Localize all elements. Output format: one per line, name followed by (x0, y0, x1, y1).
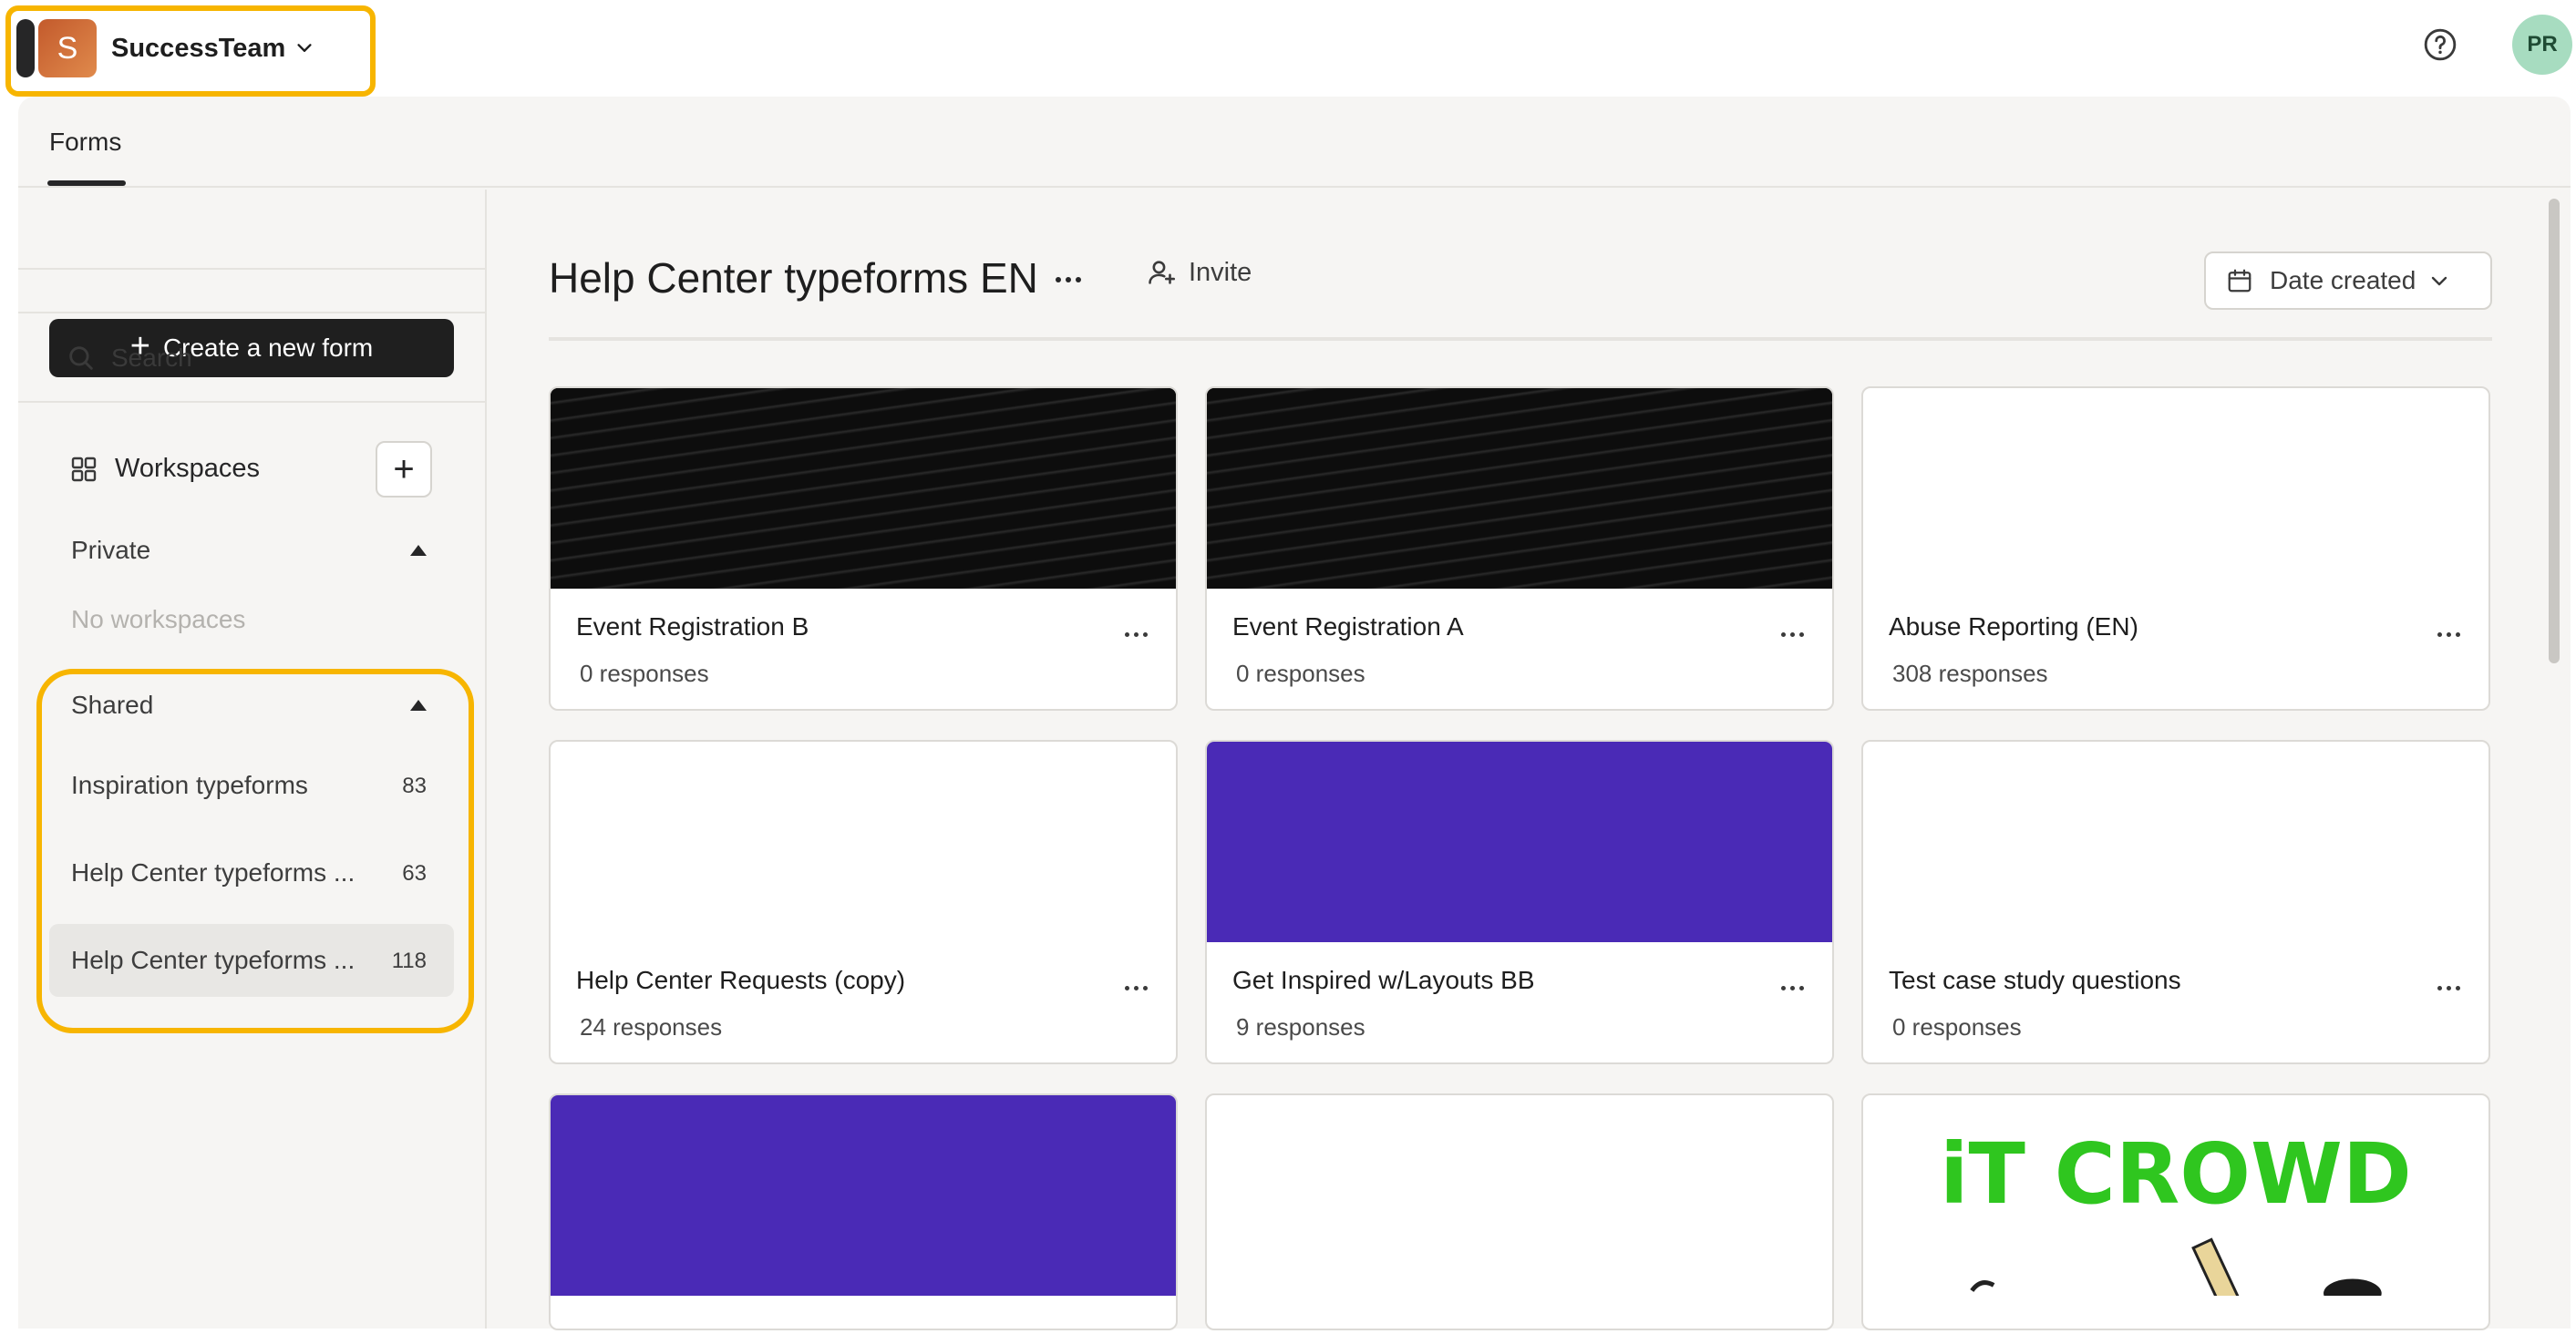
sidebar-contents: Search Workspaces + Private No workspace… (18, 97, 487, 1329)
content-scrollbar[interactable] (2549, 199, 2560, 663)
divider (18, 401, 487, 403)
grid-icon (71, 457, 97, 481)
user-avatar[interactable]: PR (2512, 15, 2572, 75)
invite-label: Invite (1189, 257, 1252, 287)
sort-dropdown[interactable]: Date created (2204, 251, 2492, 310)
collapse-shared-icon[interactable] (410, 700, 427, 711)
org-sidebar-toggle[interactable] (16, 19, 35, 77)
form-more-button[interactable] (1118, 623, 1154, 645)
form-more-button[interactable] (1774, 623, 1810, 645)
chevron-down-icon (297, 44, 312, 52)
workspaces-label: Workspaces (115, 454, 261, 483)
form-title: Get Inspired w/Layouts BB (1232, 966, 1535, 994)
divider (18, 312, 487, 313)
sidebar-item-help-center-typeforms-1[interactable]: Help Center typeforms ... 63 (49, 836, 454, 909)
org-name: SuccessTeam (111, 33, 286, 63)
form-card[interactable]: Event Registration A 0 responses (1205, 386, 1834, 711)
form-card[interactable]: iT CROWD (1861, 1093, 2490, 1330)
workspace-count: 83 (402, 774, 427, 798)
form-more-button[interactable] (1774, 977, 1810, 999)
workspace-name: Help Center typeforms ... (71, 858, 355, 887)
sort-label: Date created (2270, 266, 2416, 294)
search-input[interactable]: Search (66, 343, 192, 374)
search-placeholder: Search (111, 344, 192, 372)
form-title: Event Registration A (1232, 612, 1464, 641)
form-responses: 0 responses (1892, 1013, 2022, 1041)
help-icon[interactable] (2423, 27, 2458, 62)
no-workspaces-text: No workspaces (71, 605, 246, 633)
form-card[interactable]: Event Registration B 0 responses (549, 386, 1178, 711)
workspaces-header: Workspaces (69, 454, 260, 484)
form-title: Abuse Reporting (EN) (1889, 612, 2138, 641)
org-avatar: S (38, 19, 97, 77)
it-crowd-logo-text: iT CROWD (1940, 1125, 2412, 1223)
private-section-title[interactable]: Private (71, 536, 150, 565)
form-more-button[interactable] (2430, 623, 2467, 645)
plus-icon: + (393, 448, 415, 489)
form-card[interactable]: Help Center Requests (copy) 24 responses (549, 740, 1178, 1064)
form-responses: 308 responses (1892, 660, 2048, 687)
form-card[interactable] (1205, 1093, 1834, 1330)
form-responses: 9 responses (1236, 1013, 1365, 1041)
form-cover-image (551, 388, 1176, 589)
form-responses: 0 responses (1236, 660, 1365, 687)
sidebar-item-inspiration-typeforms[interactable]: Inspiration typeforms 83 (49, 749, 454, 822)
form-cover-color (551, 1095, 1176, 1296)
invite-button[interactable]: Invite (1147, 257, 1252, 288)
workspace-count: 63 (402, 861, 427, 886)
add-user-icon (1149, 261, 1176, 284)
it-crowd-cover-image: iT CROWD (1940, 1125, 2412, 1296)
form-card[interactable] (549, 1093, 1178, 1330)
form-cover-image (1207, 388, 1832, 589)
calendar-icon (2228, 269, 2251, 292)
collapse-private-icon[interactable] (410, 545, 427, 556)
form-title: Test case study questions (1889, 966, 2181, 994)
form-responses: 0 responses (580, 660, 709, 687)
org-switcher[interactable]: S SuccessTeam (16, 13, 314, 84)
form-card[interactable]: Get Inspired w/Layouts BB 9 responses (1205, 740, 1834, 1064)
form-more-button[interactable] (1118, 977, 1154, 999)
form-title: Event Registration B (576, 612, 809, 641)
sidebar-item-help-center-typeforms-2[interactable]: Help Center typeforms ... 118 (49, 924, 454, 997)
form-more-button[interactable] (2430, 977, 2467, 999)
chevron-down-icon (2432, 276, 2447, 286)
forms-content: Help Center typeforms EN Invite Date cre… (489, 190, 2571, 1330)
form-card[interactable]: Test case study questions 0 responses (1861, 740, 2490, 1064)
shared-section-title[interactable]: Shared (71, 691, 153, 720)
workspace-name: Help Center typeforms ... (71, 946, 355, 974)
form-title: Help Center Requests (copy) (576, 966, 906, 994)
workspace-count: 118 (391, 949, 427, 973)
top-bar: S SuccessTeam PR (0, 0, 2576, 97)
workspace-name: Inspiration typeforms (71, 771, 308, 799)
form-responses: 24 responses (580, 1013, 723, 1041)
page-title: Help Center typeforms EN (549, 254, 1038, 302)
add-workspace-button[interactable]: + (376, 441, 432, 498)
form-card[interactable]: Abuse Reporting (EN) 308 responses (1861, 386, 2490, 711)
title-divider (549, 337, 2492, 341)
form-cover-color (1207, 742, 1832, 942)
search-icon (69, 346, 93, 370)
workspace-more-button[interactable] (1048, 266, 1088, 293)
